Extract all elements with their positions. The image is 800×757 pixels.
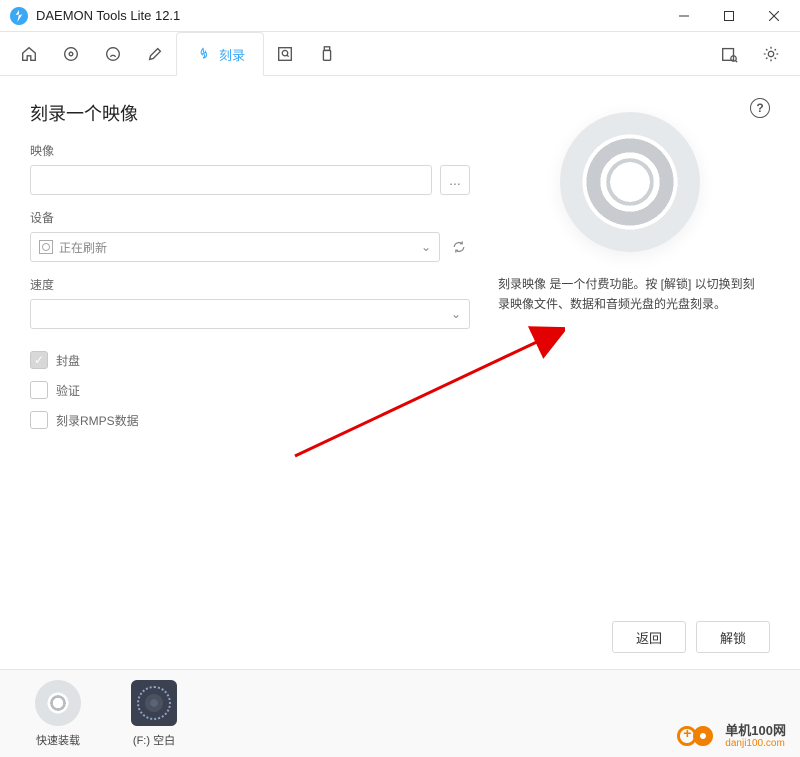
- watermark-name: 单机100网: [725, 724, 786, 738]
- search-button[interactable]: [264, 32, 306, 75]
- promo-text: 刻录映像 是一个付费功能。按 [解锁] 以切换到刻录映像文件、数据和音频光盘的光…: [490, 274, 770, 315]
- finalize-label: 封盘: [56, 352, 80, 369]
- tab-burn[interactable]: 刻录: [176, 32, 264, 76]
- unlock-button[interactable]: 解锁: [696, 621, 770, 653]
- form-column: 刻录一个映像 映像 ... 设备 正在刷新 ⌄ 速度 ⌄: [30, 100, 470, 653]
- rmps-checkbox[interactable]: [30, 411, 48, 429]
- dock: 快速装载 (F:) 空白 单机100网 danji100.com: [0, 670, 800, 757]
- image-path-input[interactable]: [30, 165, 432, 195]
- close-button[interactable]: [751, 1, 796, 31]
- refresh-button[interactable]: [448, 236, 470, 258]
- home-button[interactable]: [8, 32, 50, 75]
- back-button[interactable]: 返回: [612, 621, 686, 653]
- speed-select[interactable]: ⌄: [30, 299, 470, 329]
- drive-icon: [131, 680, 177, 726]
- rmps-label: 刻录RMPS数据: [56, 412, 139, 429]
- image-button[interactable]: [92, 32, 134, 75]
- chevron-down-icon: ⌄: [451, 307, 461, 321]
- usb-button[interactable]: [306, 32, 348, 75]
- titlebar: DAEMON Tools Lite 12.1: [0, 0, 800, 32]
- watermark-domain: danji100.com: [725, 738, 786, 749]
- watermark: 单机100网 danji100.com: [677, 724, 786, 749]
- finalize-checkbox[interactable]: [30, 351, 48, 369]
- speed-label: 速度: [30, 276, 470, 293]
- maximize-button[interactable]: [706, 1, 751, 31]
- tab-burn-label: 刻录: [219, 45, 245, 64]
- device-icon: [39, 240, 53, 254]
- promo-column: ? 刻录映像 是一个付费功能。按 [解锁] 以切换到刻录映像文件、数据和音频光盘…: [490, 100, 770, 653]
- drive-f-item[interactable]: (F:) 空白: [124, 680, 184, 748]
- content-area: 刻录一个映像 映像 ... 设备 正在刷新 ⌄ 速度 ⌄: [0, 76, 800, 670]
- minimize-button[interactable]: [661, 1, 706, 31]
- drive-f-label: (F:) 空白: [133, 732, 175, 748]
- device-value: 正在刷新: [59, 239, 107, 256]
- device-select[interactable]: 正在刷新 ⌄: [30, 232, 440, 262]
- disc-button[interactable]: [50, 32, 92, 75]
- page-title: 刻录一个映像: [30, 100, 470, 126]
- quick-mount-icon: [35, 680, 81, 726]
- device-label: 设备: [30, 209, 470, 226]
- watermark-logo-icon: [677, 724, 719, 748]
- image-label: 映像: [30, 142, 470, 159]
- app-logo-icon: [10, 7, 28, 25]
- chevron-down-icon: ⌄: [421, 240, 431, 254]
- verify-label: 验证: [56, 382, 80, 399]
- settings-button[interactable]: [750, 32, 792, 75]
- browse-button[interactable]: ...: [440, 165, 470, 195]
- verify-checkbox[interactable]: [30, 381, 48, 399]
- quick-mount-label: 快速装载: [36, 732, 80, 748]
- edit-button[interactable]: [134, 32, 176, 75]
- window-title: DAEMON Tools Lite 12.1: [36, 8, 661, 23]
- main-toolbar: 刻录: [0, 32, 800, 76]
- help-button[interactable]: ?: [750, 98, 770, 118]
- catalog-button[interactable]: [708, 32, 750, 75]
- quick-mount-item[interactable]: 快速装载: [28, 680, 88, 748]
- disc-icon: [560, 112, 700, 252]
